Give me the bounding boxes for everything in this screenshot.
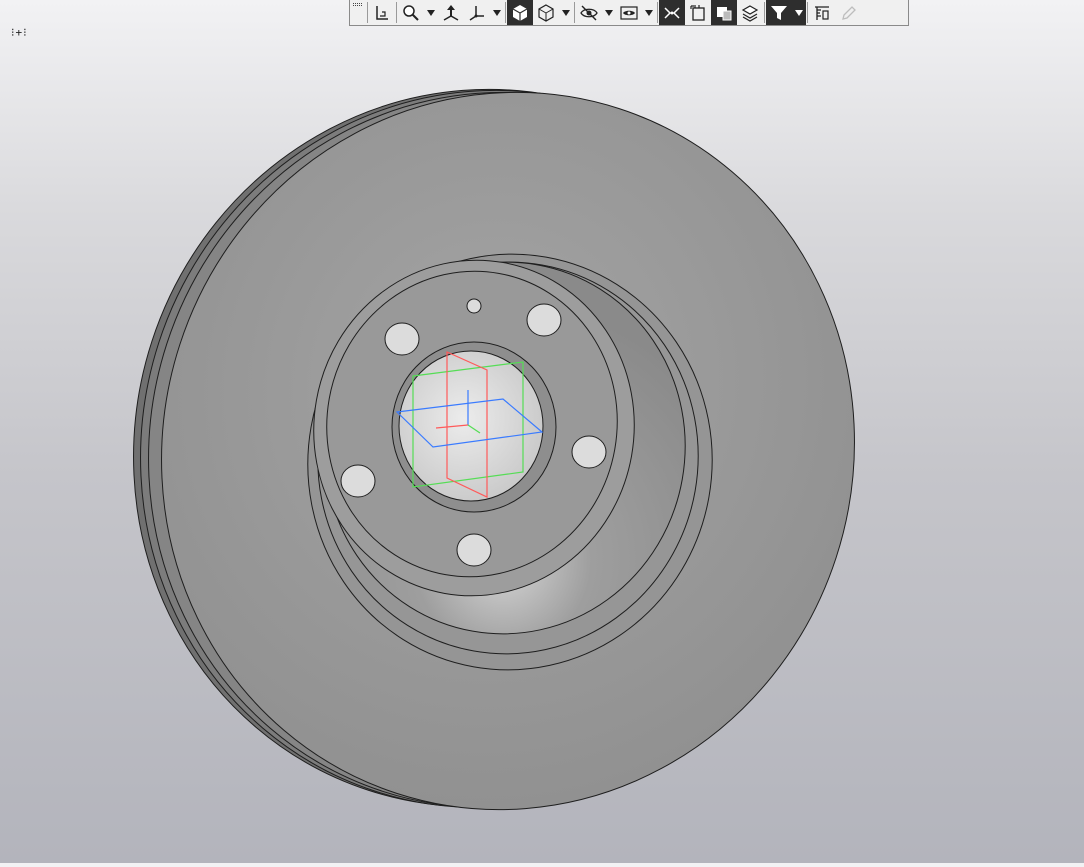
section-icon <box>690 4 705 21</box>
filter-icon <box>771 5 787 20</box>
shaded-view-button[interactable] <box>507 0 533 25</box>
display-mode-icon <box>717 6 732 20</box>
layers-button[interactable] <box>737 0 763 25</box>
axes-dropdown[interactable] <box>490 0 504 25</box>
chevron-down-icon <box>562 9 570 16</box>
zoom-button[interactable] <box>398 0 424 25</box>
chevron-down-icon <box>645 9 653 16</box>
toolbar-separator <box>764 2 765 23</box>
toolbar-separator <box>807 2 808 23</box>
toolbar-separator <box>574 2 575 23</box>
sketch-button[interactable] <box>369 0 395 25</box>
toolbar-separator <box>657 2 658 23</box>
pilot-hole <box>466 298 482 314</box>
axes-icon <box>469 5 484 21</box>
toolbar-separator <box>396 2 397 23</box>
sketch-icon <box>376 5 388 20</box>
measure-button[interactable] <box>809 0 835 25</box>
3d-viewport[interactable]: ⁝+⁝ <box>0 0 1084 863</box>
toolbar-separator <box>505 2 506 23</box>
show-button[interactable] <box>616 0 642 25</box>
orientation-button[interactable] <box>438 0 464 25</box>
lug-hole <box>456 533 492 567</box>
wireframe-dropdown[interactable] <box>559 0 573 25</box>
chevron-down-icon <box>795 9 803 16</box>
zoom-dropdown[interactable] <box>424 0 438 25</box>
show-eye-icon <box>620 5 638 20</box>
grip-icon <box>353 3 362 6</box>
toolbar-separator <box>367 2 368 23</box>
measure-icon <box>815 5 829 20</box>
orientation-icon <box>443 4 459 21</box>
hide-dropdown[interactable] <box>602 0 616 25</box>
section-button[interactable] <box>685 0 711 25</box>
zoom-icon <box>403 4 419 21</box>
wireframe-view-button[interactable] <box>533 0 559 25</box>
brake-disc[interactable] <box>41 0 948 863</box>
hide-eye-icon <box>580 5 598 20</box>
view-toolbar <box>349 0 909 26</box>
display-mode-button[interactable] <box>711 0 737 25</box>
lug-hole <box>526 303 562 337</box>
chevron-down-icon <box>427 9 435 16</box>
axes-button[interactable] <box>464 0 490 25</box>
wireframe-cube-icon <box>538 3 554 22</box>
pencil-icon <box>842 5 856 20</box>
show-dropdown[interactable] <box>642 0 656 25</box>
filter-dropdown[interactable] <box>792 0 806 25</box>
view-corner-indicator: ⁝+⁝ <box>11 26 28 39</box>
grip-handle[interactable] <box>350 0 366 25</box>
pencil-button[interactable] <box>835 0 861 25</box>
lug-hole <box>571 435 607 469</box>
chevron-down-icon <box>605 9 613 16</box>
filter-button[interactable] <box>766 0 792 25</box>
shaded-cube-icon <box>512 4 528 21</box>
constraints-button[interactable] <box>659 0 685 25</box>
constraints-icon <box>664 6 680 19</box>
layers-icon <box>741 4 759 22</box>
model-canvas[interactable] <box>0 0 1084 863</box>
hide-button[interactable] <box>576 0 602 25</box>
lug-hole <box>340 464 376 498</box>
chevron-down-icon <box>493 9 501 16</box>
lug-hole <box>384 322 420 356</box>
